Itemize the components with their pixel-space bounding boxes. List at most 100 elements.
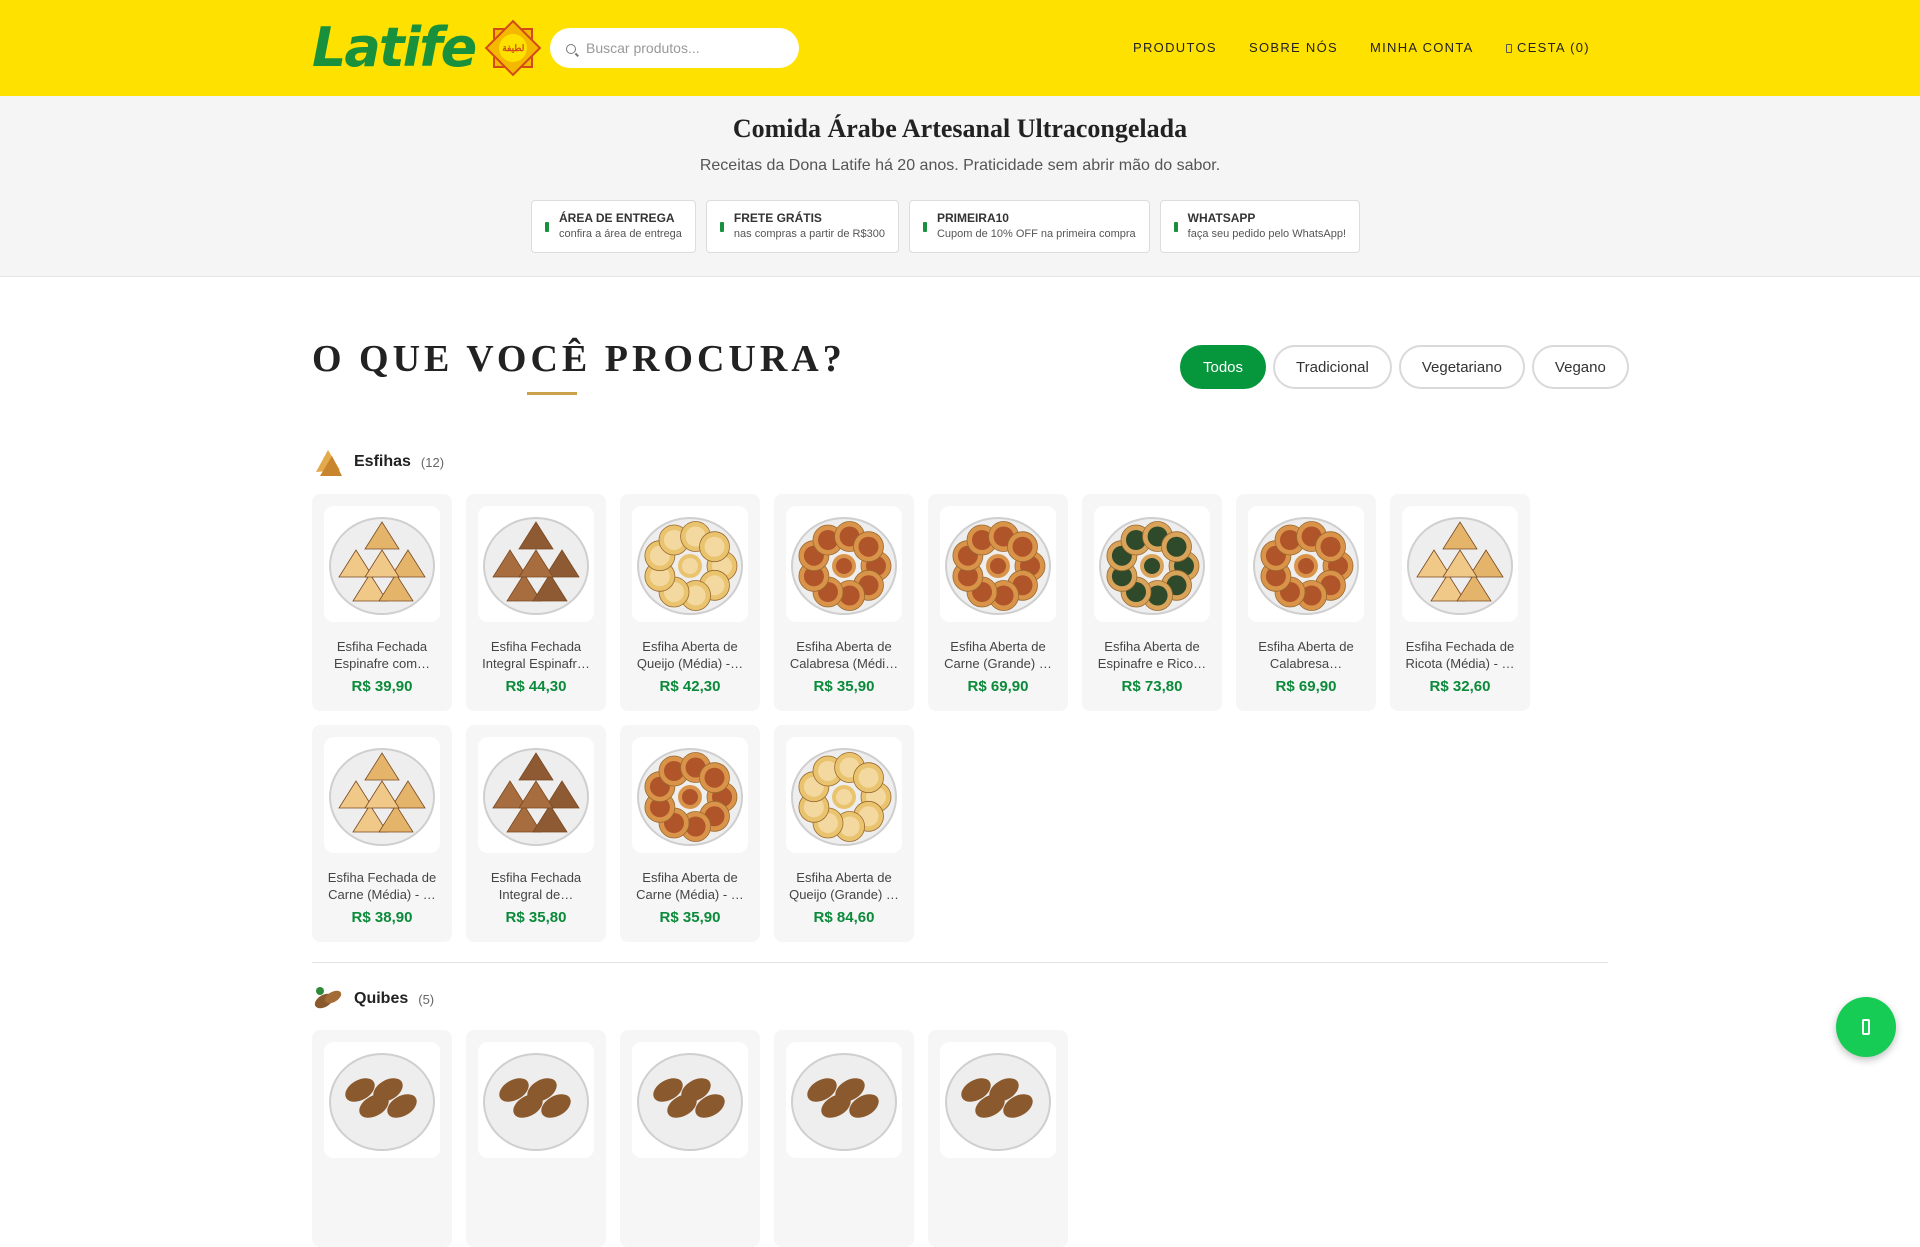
product-title[interactable]: Esfiha Aberta de Calabresa (Médi… xyxy=(782,638,906,672)
phone-icon xyxy=(1862,1019,1870,1035)
title-underline xyxy=(527,392,577,395)
logo-wordmark: Latife xyxy=(312,16,477,79)
product-card[interactable] xyxy=(928,1030,1068,1247)
product-card[interactable]: Esfiha Aberta de Carne (Grande) … R$ 69,9… xyxy=(928,494,1068,711)
product-image[interactable] xyxy=(1402,506,1518,622)
product-image[interactable] xyxy=(478,506,594,622)
product-price: R$ 69,90 xyxy=(967,678,1029,695)
feature-free-shipping[interactable]: FRETE GRÁTIS nas compras a partir de R$30… xyxy=(705,200,899,253)
product-image[interactable] xyxy=(1248,506,1364,622)
nav-minha-conta[interactable]: MINHA CONTA xyxy=(1370,40,1474,55)
product-title[interactable] xyxy=(474,1174,598,1208)
product-title[interactable]: Esfiha Aberta de Carne (Média) - … xyxy=(628,869,752,903)
product-title[interactable]: Esfiha Fechada Integral Espinafr… xyxy=(474,638,598,672)
feature-coupon[interactable]: PRIMEIRA10 Cupom de 10% OFF na primeira c… xyxy=(908,200,1150,253)
product-title[interactable] xyxy=(628,1174,752,1208)
product-card[interactable]: Esfiha Fechada de Ricota (Média) - … R$ 3… xyxy=(1390,494,1530,711)
product-card[interactable] xyxy=(312,1030,452,1247)
esfiha-icon xyxy=(312,446,344,478)
product-image[interactable] xyxy=(632,737,748,853)
product-card[interactable]: Esfiha Aberta de Calabresa… R$ 69,90 xyxy=(1236,494,1376,711)
product-image[interactable] xyxy=(786,737,902,853)
nav-sobre-nos[interactable]: SOBRE NÓS xyxy=(1249,40,1338,55)
nav-cart[interactable]: CESTA (0) xyxy=(1506,40,1590,55)
product-price: R$ 38,90 xyxy=(351,909,413,926)
feature-delivery-area[interactable]: ÁREA DE ENTREGA confira a área de entrega xyxy=(531,200,696,253)
product-image[interactable] xyxy=(632,1042,748,1158)
product-card[interactable] xyxy=(466,1030,606,1247)
group-name: Quibes xyxy=(354,990,409,1007)
group-name: Esfihas xyxy=(354,453,411,470)
product-title[interactable]: Esfiha Fechada Integral de… xyxy=(474,869,598,903)
section-divider xyxy=(312,962,1608,963)
product-card[interactable]: Esfiha Fechada Integral Espinafr… R$ 44,3… xyxy=(466,494,606,711)
product-card[interactable]: Esfiha Aberta de Espinafre e Rico… R$ 73,… xyxy=(1082,494,1222,711)
feature-list: ÁREA DE ENTREGA confira a área de entrega… xyxy=(531,200,1361,253)
product-image[interactable] xyxy=(324,1042,440,1158)
cart-icon xyxy=(1506,44,1512,53)
product-card[interactable]: Esfiha Aberta de Queijo (Média) -… R$ 42,… xyxy=(620,494,760,711)
product-image[interactable] xyxy=(478,1042,594,1158)
site-logo[interactable]: Latife لطيفة xyxy=(312,16,542,80)
product-image[interactable] xyxy=(324,506,440,622)
product-title[interactable] xyxy=(936,1174,1060,1208)
product-image[interactable] xyxy=(786,506,902,622)
product-image[interactable] xyxy=(786,1042,902,1158)
group-header-quibes: Quibes (5) xyxy=(312,983,434,1015)
product-image[interactable] xyxy=(940,506,1056,622)
product-title[interactable]: Esfiha Fechada de Ricota (Média) - … xyxy=(1398,638,1522,672)
product-title[interactable] xyxy=(320,1174,444,1208)
whatsapp-float-button[interactable] xyxy=(1836,997,1896,1057)
filter-vegano[interactable]: Vegano xyxy=(1531,345,1629,389)
product-image[interactable] xyxy=(632,506,748,622)
product-grid-esfihas: Esfiha Fechada Espinafre com… R$ 39,90 Esf… xyxy=(312,494,1530,942)
product-price: R$ 32,60 xyxy=(1429,678,1491,695)
group-count: (5) xyxy=(418,991,435,1007)
product-card[interactable]: Esfiha Fechada de Carne (Média) - … R$ 38… xyxy=(312,725,452,942)
product-price: R$ 35,90 xyxy=(659,909,721,926)
hero-subtitle: Receitas da Dona Latife há 20 anos. Prat… xyxy=(699,157,1221,174)
product-card[interactable]: Esfiha Fechada Integral de… R$ 35,80 xyxy=(466,725,606,942)
product-image[interactable] xyxy=(940,1042,1056,1158)
product-card[interactable]: Esfiha Aberta de Queijo (Grande) … R$ 84,… xyxy=(774,725,914,942)
product-title[interactable]: Esfiha Aberta de Espinafre e Rico… xyxy=(1090,638,1214,672)
hero-banner: Comida Árabe Artesanal Ultracongelada Re… xyxy=(0,96,1920,277)
truck-icon xyxy=(719,222,724,232)
product-image[interactable] xyxy=(1094,506,1210,622)
product-card[interactable] xyxy=(774,1030,914,1247)
product-image[interactable] xyxy=(478,737,594,853)
product-title[interactable]: Esfiha Aberta de Carne (Grande) … xyxy=(936,638,1060,672)
search-input[interactable] xyxy=(586,40,776,56)
product-price: R$ 35,80 xyxy=(505,909,567,926)
product-price: R$ 84,60 xyxy=(813,909,875,926)
product-title[interactable]: Esfiha Fechada Espinafre com… xyxy=(320,638,444,672)
filter-pills: Todos Tradicional Vegetariano Vegano xyxy=(1180,345,1629,389)
filter-tradicional[interactable]: Tradicional xyxy=(1273,345,1392,389)
product-image[interactable] xyxy=(324,737,440,853)
product-card[interactable]: Esfiha Aberta de Calabresa (Médi… R$ 35,9… xyxy=(774,494,914,711)
product-price: R$ 42,30 xyxy=(659,678,721,695)
catalog-title: O QUE VOCÊ PROCURA? xyxy=(312,338,846,380)
product-title[interactable]: Esfiha Aberta de Queijo (Grande) … xyxy=(782,869,906,903)
filter-todos[interactable]: Todos xyxy=(1180,345,1267,389)
product-price: R$ 39,90 xyxy=(351,678,413,695)
product-title[interactable]: Esfiha Fechada de Carne (Média) - … xyxy=(320,869,444,903)
product-grid-quibes xyxy=(312,1030,1530,1247)
hero-title: Comida Árabe Artesanal Ultracongelada xyxy=(732,114,1188,143)
product-title[interactable]: Esfiha Aberta de Calabresa… xyxy=(1244,638,1368,672)
product-card[interactable]: Esfiha Fechada Espinafre com… R$ 39,90 xyxy=(312,494,452,711)
logo-star-icon: لطيفة xyxy=(485,19,542,77)
product-price: R$ 35,90 xyxy=(813,678,875,695)
filter-vegetariano[interactable]: Vegetariano xyxy=(1398,345,1525,389)
product-price: R$ 69,90 xyxy=(1275,678,1337,695)
product-title[interactable] xyxy=(782,1174,906,1208)
feature-whatsapp[interactable]: WHATSAPP faça seu pedido pelo WhatsApp! xyxy=(1159,200,1361,253)
search-box[interactable] xyxy=(550,28,799,68)
product-card[interactable] xyxy=(620,1030,760,1247)
product-card[interactable]: Esfiha Aberta de Carne (Média) - … R$ 35,… xyxy=(620,725,760,942)
group-header-esfihas: Esfihas (12) xyxy=(312,446,444,478)
whatsapp-icon xyxy=(1173,222,1178,232)
nav-produtos[interactable]: PRODUTOS xyxy=(1133,40,1217,55)
product-title[interactable]: Esfiha Aberta de Queijo (Média) -… xyxy=(628,638,752,672)
product-price: R$ 73,80 xyxy=(1121,678,1183,695)
